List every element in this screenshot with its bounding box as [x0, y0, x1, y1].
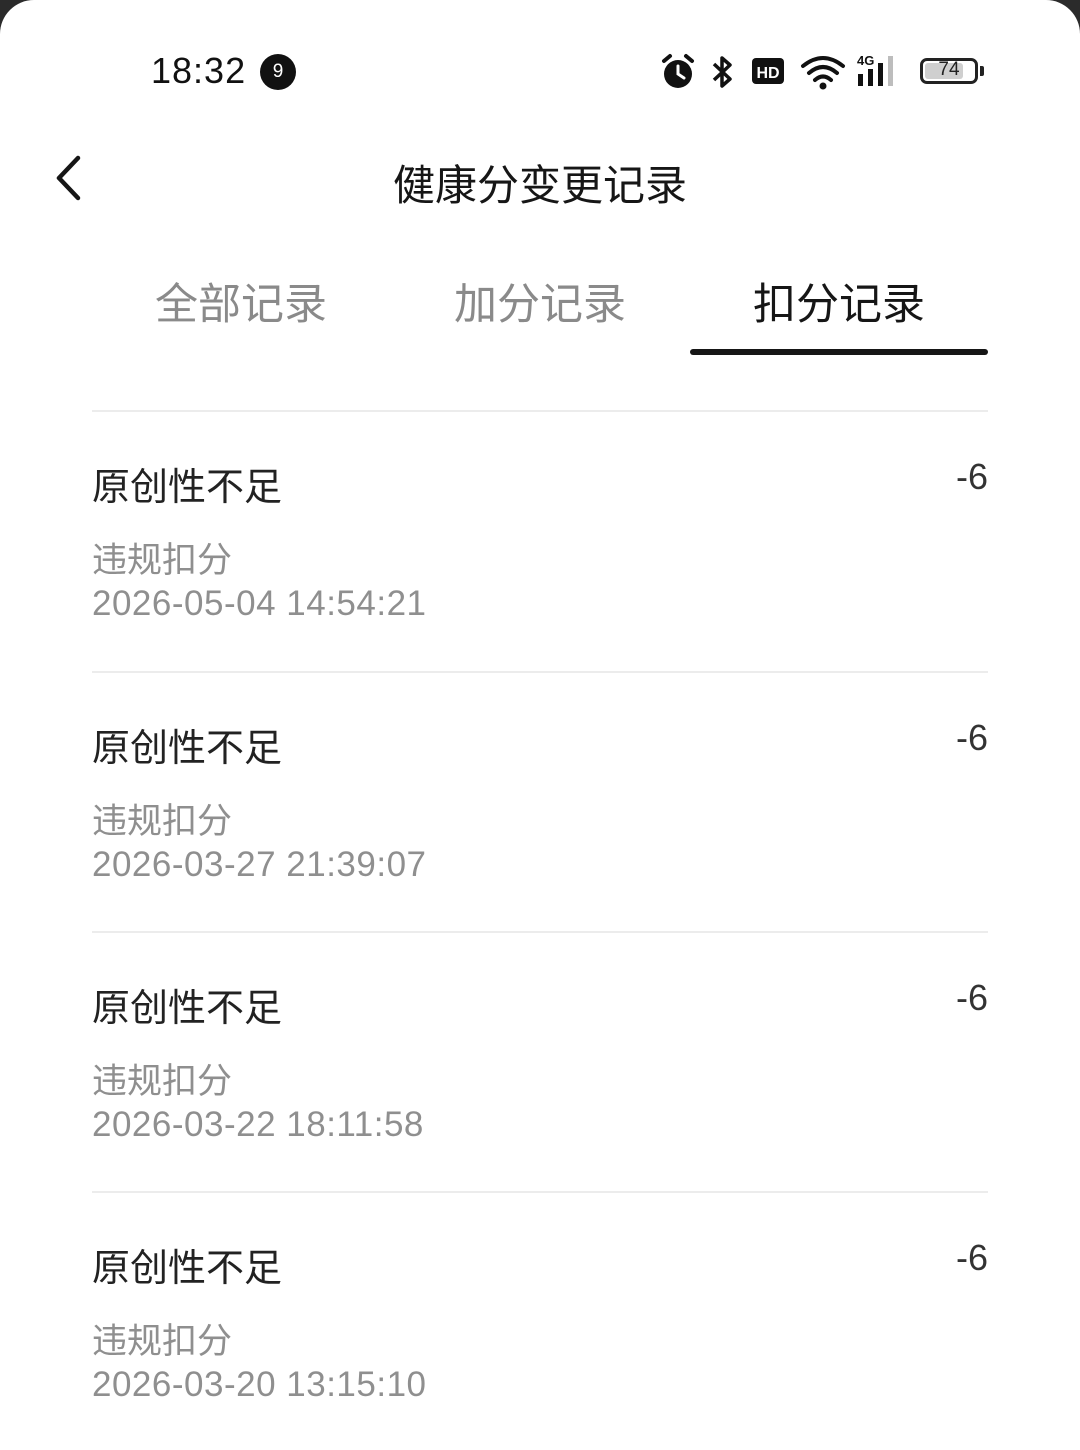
- record-title: 原创性不足: [92, 986, 283, 1030]
- bluetooth-icon: [712, 56, 732, 88]
- record-title: 原创性不足: [92, 1246, 283, 1290]
- tab-all-records[interactable]: 全部记录: [92, 270, 390, 332]
- status-time: 18:32: [151, 50, 247, 91]
- signal-4g-icon: 4G: [857, 53, 893, 86]
- battery-level: 74: [938, 59, 960, 80]
- list-item[interactable]: 原创性不足 -6 违规扣分 2026-03-22 18:11:58: [92, 933, 988, 1193]
- record-time: 2026-05-04 14:54:21: [92, 584, 427, 623]
- record-time: 2026-03-20 13:15:10: [92, 1365, 427, 1404]
- record-type: 违规扣分: [92, 802, 233, 842]
- tab-deduction-records[interactable]: 扣分记录: [690, 270, 988, 332]
- svg-text:4G: 4G: [857, 53, 874, 68]
- record-score: -6: [955, 1237, 988, 1278]
- tab-bonus-records[interactable]: 加分记录: [391, 270, 689, 332]
- record-time: 2026-03-22 18:11:58: [92, 1105, 424, 1144]
- alarm-icon: [662, 54, 694, 88]
- list-item[interactable]: 原创性不足 -6 违规扣分 2026-03-27 21:39:07: [92, 673, 988, 933]
- record-score: -6: [955, 977, 988, 1018]
- record-title: 原创性不足: [92, 465, 283, 509]
- active-tab-indicator: [690, 349, 988, 355]
- svg-text:HD: HD: [756, 65, 779, 82]
- hd-icon: HD: [752, 58, 784, 84]
- page-title: 健康分变更记录: [392, 161, 687, 210]
- screen: 18:32 9 HD 4G 74 健康分变更记录 全部记录 加分记录 扣分记录 …: [0, 0, 1080, 1450]
- record-type: 违规扣分: [92, 1062, 233, 1102]
- record-score: -6: [955, 717, 988, 758]
- battery-icon: 74: [920, 58, 978, 84]
- record-type: 违规扣分: [92, 541, 233, 581]
- record-title: 原创性不足: [92, 726, 283, 770]
- list-item[interactable]: 原创性不足 -6 违规扣分 2026-05-04 14:54:21: [92, 412, 988, 672]
- record-type: 违规扣分: [92, 1322, 233, 1362]
- notification-badge: 9: [260, 54, 296, 90]
- list-item[interactable]: 原创性不足 -6 违规扣分 2026-03-20 13:15:10: [92, 1193, 988, 1450]
- record-time: 2026-03-27 21:39:07: [92, 845, 427, 884]
- battery-tip: [980, 66, 984, 76]
- record-score: -6: [955, 456, 988, 497]
- wifi-icon: [801, 56, 845, 90]
